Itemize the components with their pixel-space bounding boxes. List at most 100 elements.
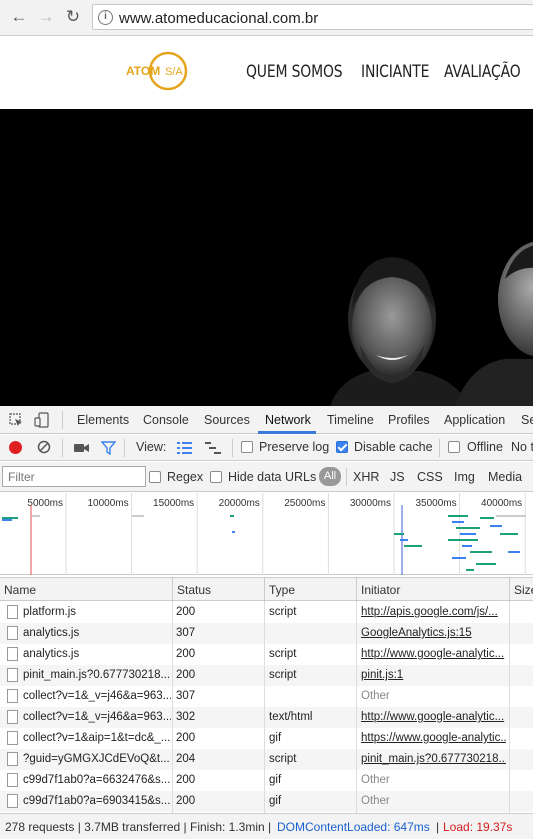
request-row[interactable]: platform.js 200 script http://apis.google.c… (0, 602, 533, 623)
menu-avaliacao[interactable]: AVALIAÇÃO (444, 62, 521, 82)
request-row[interactable]: ?guid=yGMGXJCdEVoQ&t... 204 script pinit_ma… (0, 749, 533, 770)
tab-sources[interactable]: Sources (204, 413, 250, 427)
file-icon (7, 794, 18, 808)
record-icon[interactable] (9, 441, 22, 454)
tab-timeline[interactable]: Timeline (327, 413, 374, 427)
menu-quem-somos[interactable]: QUEM SOMOS (246, 62, 343, 82)
request-type: script (269, 606, 297, 618)
request-status: 200 (176, 669, 196, 681)
filter-type-img[interactable]: Img (454, 470, 475, 484)
preserve-log-checkbox[interactable] (241, 441, 253, 453)
overview-tick-label: 10000ms (87, 498, 128, 509)
forward-arrow-icon[interactable]: → (35, 6, 57, 28)
file-icon (7, 605, 18, 619)
filter-input[interactable] (2, 466, 146, 487)
request-initiator[interactable]: http://www.google-analytic... (361, 711, 506, 723)
col-size[interactable]: Size (514, 583, 533, 597)
regex-label: Regex (167, 470, 204, 484)
svg-text:ATOM: ATOM (126, 64, 160, 78)
col-name[interactable]: Name (4, 583, 36, 597)
tab-security[interactable]: Se (521, 413, 533, 427)
overview-request-bar (448, 539, 478, 541)
col-type[interactable]: Type (269, 583, 295, 597)
tab-network[interactable]: Network (265, 413, 311, 427)
filter-icon[interactable] (101, 441, 116, 455)
filter-type-js[interactable]: JS (390, 470, 405, 484)
col-initiator[interactable]: Initiator (361, 583, 400, 597)
throttling-select[interactable]: No t (511, 440, 533, 454)
request-type: script (269, 753, 297, 765)
request-row[interactable]: pinit_main.js?0.677730218... 200 script pin… (0, 665, 533, 686)
tab-application[interactable]: Application (444, 413, 505, 427)
request-row[interactable]: c99d7f1ab0?a=6903415&s... 200 gif Other (0, 791, 533, 812)
request-initiator[interactable]: http://www.google-analytic... (361, 648, 506, 660)
camera-icon[interactable] (74, 443, 90, 453)
request-type: text/html (269, 711, 313, 723)
address-bar[interactable]: i www.atomeducacional.com.br (92, 4, 533, 30)
request-status: 200 (176, 606, 196, 618)
device-mode-icon[interactable] (34, 412, 50, 428)
inspect-element-icon[interactable] (9, 413, 23, 427)
dom-content-loaded: DOMContentLoaded: 647ms (277, 820, 430, 834)
overview-request-bar (232, 531, 235, 533)
request-name: c99d7f1ab0?a=6632476&s... (23, 774, 171, 786)
filter-type-media[interactable]: Media (488, 470, 522, 484)
request-initiator[interactable]: pinit_main.js?0.677730218... (361, 753, 506, 765)
file-icon (7, 668, 18, 682)
request-row[interactable]: collect?v=1&_v=j46&a=963... 307 Other (0, 686, 533, 707)
request-status: 204 (176, 753, 196, 765)
overview-tick-label: 25000ms (284, 498, 325, 509)
overview-request-bar (490, 525, 502, 527)
overview-request-bar (452, 521, 464, 523)
request-initiator[interactable]: https://www.google-analytic... (361, 732, 506, 744)
menu-iniciante[interactable]: INICIANTE (361, 62, 429, 82)
network-summary-bar: 278 requests | 3.7MB transferred | Finis… (0, 813, 533, 839)
devtools-panel: Elements Console Sources Network Timelin… (0, 406, 533, 839)
view-label: View: (136, 440, 167, 454)
tab-profiles[interactable]: Profiles (388, 413, 430, 427)
request-name: collect?v=1&_v=j46&a=963... (23, 711, 171, 723)
url-text: www.atomeducacional.com.br (119, 10, 319, 27)
offline-checkbox[interactable] (448, 441, 460, 453)
request-initiator[interactable]: GoogleAnalytics.js:15 (361, 627, 506, 639)
request-row[interactable]: analytics.js 200 script http://www.google-a… (0, 644, 533, 665)
hide-data-urls-checkbox[interactable] (210, 471, 222, 483)
network-overview-timeline[interactable]: 5000ms 10000ms 15000ms 20000ms 25000ms 30000m… (0, 493, 533, 575)
overview-request-bar (476, 563, 496, 565)
request-initiator: Other (361, 795, 390, 807)
tab-console[interactable]: Console (143, 413, 189, 427)
file-icon (7, 752, 18, 766)
filter-type-all[interactable]: All (319, 467, 341, 486)
overview-tick-label: 30000ms (350, 498, 391, 509)
disable-cache-checkbox[interactable] (336, 441, 348, 453)
overview-request-bar (230, 515, 234, 517)
filter-type-css[interactable]: CSS (417, 470, 443, 484)
back-arrow-icon[interactable]: ← (8, 6, 30, 28)
browser-toolbar: ← → ↻ i www.atomeducacional.com.br (0, 0, 533, 36)
waterfall-icon[interactable] (205, 442, 221, 454)
overview-tick-label: 15000ms (153, 498, 194, 509)
clear-icon[interactable] (37, 440, 51, 454)
request-initiator[interactable]: http://apis.google.com/js/... (361, 606, 506, 618)
request-name: analytics.js (23, 648, 80, 660)
atom-logo[interactable]: ATOM S/A (124, 50, 194, 92)
file-icon (7, 731, 18, 745)
offline-label: Offline (467, 440, 503, 454)
tab-elements[interactable]: Elements (77, 413, 129, 427)
reload-icon[interactable]: ↻ (62, 6, 84, 28)
filter-type-xhr[interactable]: XHR (353, 470, 379, 484)
request-type: script (269, 669, 297, 681)
info-icon[interactable]: i (98, 10, 113, 25)
file-icon (7, 626, 18, 640)
request-name: collect?v=1&aip=1&t=dc&_... (23, 732, 171, 744)
request-row[interactable]: collect?v=1&_v=j46&a=963... 302 text/html h… (0, 707, 533, 728)
request-row[interactable]: c99d7f1ab0?a=6632476&s... 200 gif Other (0, 770, 533, 791)
request-row[interactable]: analytics.js 307 GoogleAnalytics.js:15 (0, 623, 533, 644)
request-initiator[interactable]: pinit.js:1 (361, 669, 506, 681)
col-status[interactable]: Status (177, 583, 211, 597)
large-rows-icon[interactable] (177, 442, 192, 454)
request-list: platform.js 200 script http://apis.google.c… (0, 602, 533, 813)
overview-request-bar (2, 519, 12, 521)
request-row[interactable]: collect?v=1&aip=1&t=dc&_... 200 gif https:/… (0, 728, 533, 749)
regex-checkbox[interactable] (149, 471, 161, 483)
